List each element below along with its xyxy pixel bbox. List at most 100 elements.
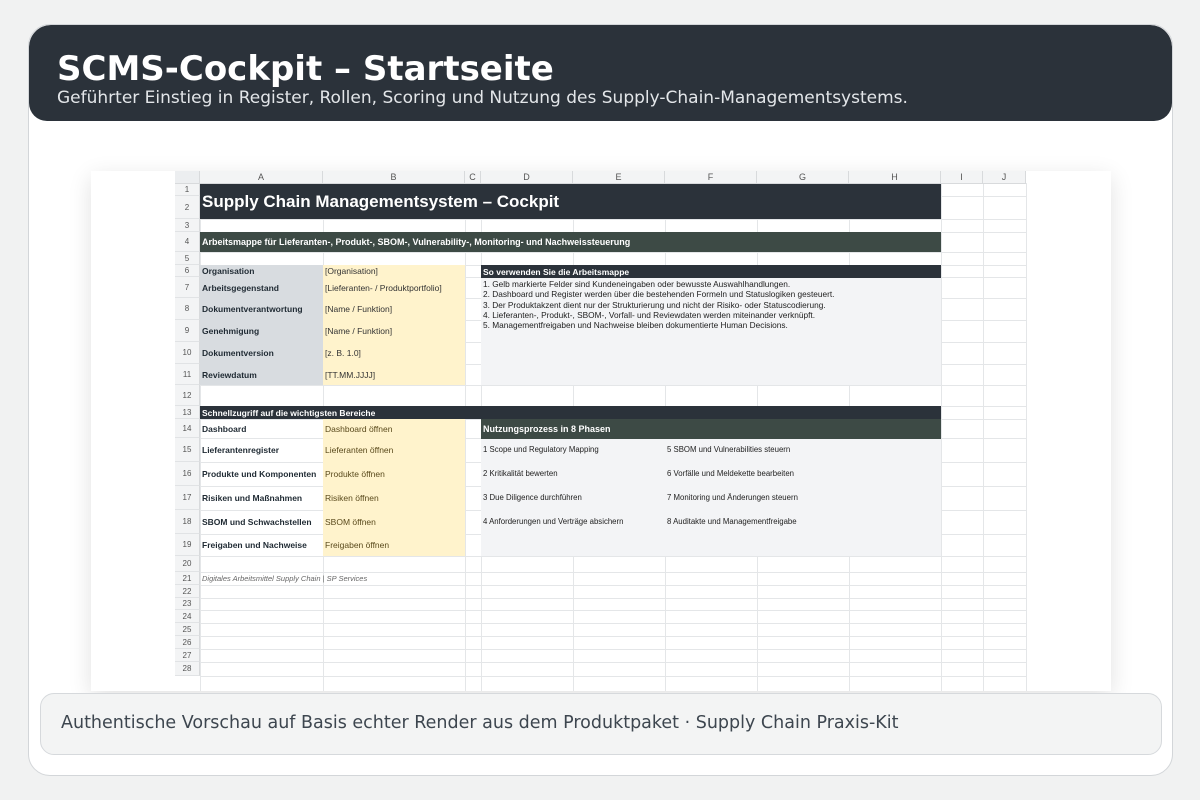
row-header-14[interactable]: 14: [175, 419, 200, 438]
row-header-27[interactable]: 27: [175, 649, 200, 662]
usage-line: 4. Lieferanten-, Produkt-, SBOM-, Vorfal…: [483, 309, 816, 320]
row-header-6[interactable]: 6: [175, 265, 200, 277]
column-header-b[interactable]: B: [323, 171, 465, 184]
grid-line-horizontal: [200, 662, 1026, 663]
grid-line-horizontal: [200, 610, 1026, 611]
row-header-12[interactable]: 12: [175, 385, 200, 406]
quick-access-link[interactable]: Produkte öffnen: [323, 462, 465, 486]
row-header-1[interactable]: 1: [175, 184, 200, 196]
grid-line-horizontal: [200, 385, 1026, 386]
column-header-i[interactable]: I: [941, 171, 983, 184]
row-header-18[interactable]: 18: [175, 510, 200, 534]
page-subtitle: Geführter Einstieg in Register, Rollen, …: [57, 88, 908, 108]
row-header-24[interactable]: 24: [175, 610, 200, 623]
column-header-e[interactable]: E: [573, 171, 665, 184]
usage-line: 2. Dashboard und Register werden über di…: [483, 289, 835, 300]
process-phase: 7 Monitoring und Änderungen steuern: [667, 492, 798, 502]
row-header-23[interactable]: 23: [175, 598, 200, 610]
meta-input[interactable]: [Name / Funktion]: [323, 320, 465, 342]
row-header-11[interactable]: 11: [175, 364, 200, 385]
sheet-subtitle: Arbeitsmappe für Lieferanten-, Produkt-,…: [200, 232, 941, 252]
column-header-c[interactable]: C: [465, 171, 481, 184]
grid-line-horizontal: [200, 676, 1026, 677]
quick-access-label: Freigaben und Nachweise: [202, 540, 307, 550]
row-header-10[interactable]: 10: [175, 342, 200, 364]
meta-input[interactable]: [z. B. 1.0]: [323, 342, 465, 364]
row-header-8[interactable]: 8: [175, 298, 200, 320]
row-header-13[interactable]: 13: [175, 406, 200, 419]
row-header-21[interactable]: 21: [175, 572, 200, 585]
row-header-19[interactable]: 19: [175, 534, 200, 556]
process-phase: 4 Anforderungen und Verträge absichern: [483, 516, 624, 526]
row-header-20[interactable]: 20: [175, 556, 200, 572]
process-title: Nutzungsprozess in 8 Phasen: [481, 419, 941, 439]
meta-label: Reviewdatum: [200, 364, 323, 385]
page-title: SCMS-Cockpit – Startseite: [57, 49, 554, 89]
column-header-d[interactable]: D: [481, 171, 573, 184]
meta-label: Dokumentverantwortung: [200, 298, 323, 320]
grid-line-horizontal: [200, 636, 1026, 637]
meta-input[interactable]: [Organisation]: [323, 265, 465, 277]
row-header-26[interactable]: 26: [175, 636, 200, 649]
preview-card: SCMS-Cockpit – Startseite Geführter Eins…: [28, 24, 1173, 776]
row-header-5[interactable]: 5: [175, 252, 200, 265]
quick-access-link[interactable]: Freigaben öffnen: [323, 534, 465, 556]
row-header-2[interactable]: 2: [175, 196, 200, 219]
grid-line-horizontal: [200, 598, 1026, 599]
caption-text: Authentische Vorschau auf Basis echter R…: [61, 713, 899, 733]
quick-access-label: Dashboard: [202, 423, 247, 434]
grid-line-horizontal: [200, 556, 1026, 557]
row-header-4[interactable]: 4: [175, 232, 200, 252]
column-header-f[interactable]: F: [665, 171, 757, 184]
grid-line-horizontal: [200, 219, 1026, 220]
grid-line-horizontal: [200, 649, 1026, 650]
meta-label: Genehmigung: [200, 320, 323, 342]
row-header-9[interactable]: 9: [175, 320, 200, 342]
usage-line: 1. Gelb markierte Felder sind Kundeneing…: [483, 279, 791, 289]
quick-access-link[interactable]: SBOM öffnen: [323, 510, 465, 534]
usage-title: So verwenden Sie die Arbeitsmappe: [481, 265, 941, 278]
quick-access-label: Produkte und Komponenten: [202, 469, 317, 479]
quick-access-link[interactable]: Lieferanten öffnen: [323, 438, 465, 462]
page-header: SCMS-Cockpit – Startseite Geführter Eins…: [29, 25, 1172, 121]
row-header-28[interactable]: 28: [175, 662, 200, 676]
row-header-17[interactable]: 17: [175, 486, 200, 510]
row-header-15[interactable]: 15: [175, 438, 200, 462]
process-phase: 2 Kritikalität bewerten: [483, 468, 558, 478]
quick-access-label: Risiken und Maßnahmen: [202, 493, 303, 503]
sheet-title: Supply Chain Managementsystem – Cockpit: [200, 184, 941, 219]
quick-access-title: Schnellzugriff auf die wichtigsten Berei…: [200, 406, 941, 419]
grid-line-vertical: [465, 183, 466, 691]
process-phase: 6 Vorfälle und Meldekette bearbeiten: [667, 468, 795, 478]
meta-input[interactable]: [Name / Funktion]: [323, 298, 465, 320]
process-phase: 3 Due Diligence durchführen: [483, 492, 582, 502]
column-header-g[interactable]: G: [757, 171, 849, 184]
row-header-16[interactable]: 16: [175, 462, 200, 486]
quick-access-label: SBOM und Schwachstellen: [202, 517, 312, 527]
meta-input[interactable]: [TT.MM.JJJJ]: [323, 364, 465, 385]
row-header-7[interactable]: 7: [175, 277, 200, 298]
usage-line: 3. Der Produktakzent dient nur der Struk…: [483, 299, 826, 310]
grid-line-vertical: [983, 183, 984, 691]
column-header-a[interactable]: A: [200, 171, 323, 184]
grid-line-vertical: [1026, 183, 1027, 691]
column-header-h[interactable]: H: [849, 171, 941, 184]
quick-access-label: Lieferantenregister: [202, 445, 279, 455]
process-phase: 5 SBOM und Vulnerabilities steuern: [667, 444, 791, 454]
row-header-25[interactable]: 25: [175, 623, 200, 636]
sheet-corner[interactable]: [175, 171, 200, 184]
meta-label: Arbeitsgegenstand: [200, 277, 323, 298]
grid-line-horizontal: [200, 252, 1026, 253]
quick-access-link[interactable]: Risiken öffnen: [323, 486, 465, 510]
caption-box: Authentische Vorschau auf Basis echter R…: [40, 693, 1162, 755]
row-header-3[interactable]: 3: [175, 219, 200, 232]
meta-input[interactable]: [Lieferanten- / Produktportfolio]: [323, 277, 465, 298]
usage-line: 5. Managementfreigaben und Nachweise ble…: [483, 320, 788, 331]
process-phase: 1 Scope und Regulatory Mapping: [483, 444, 599, 454]
row-header-22[interactable]: 22: [175, 585, 200, 598]
meta-label: Dokumentversion: [200, 342, 323, 364]
grid-line-horizontal: [200, 623, 1026, 624]
spreadsheet-screenshot: A B C D E F G H I J 1 2 3 4 5 6 7 8 9 10 11 12 13 14 15 16 17 18 19 2…: [91, 171, 1111, 691]
quick-access-link[interactable]: Dashboard öffnen: [323, 419, 465, 438]
column-header-j[interactable]: J: [983, 171, 1026, 184]
